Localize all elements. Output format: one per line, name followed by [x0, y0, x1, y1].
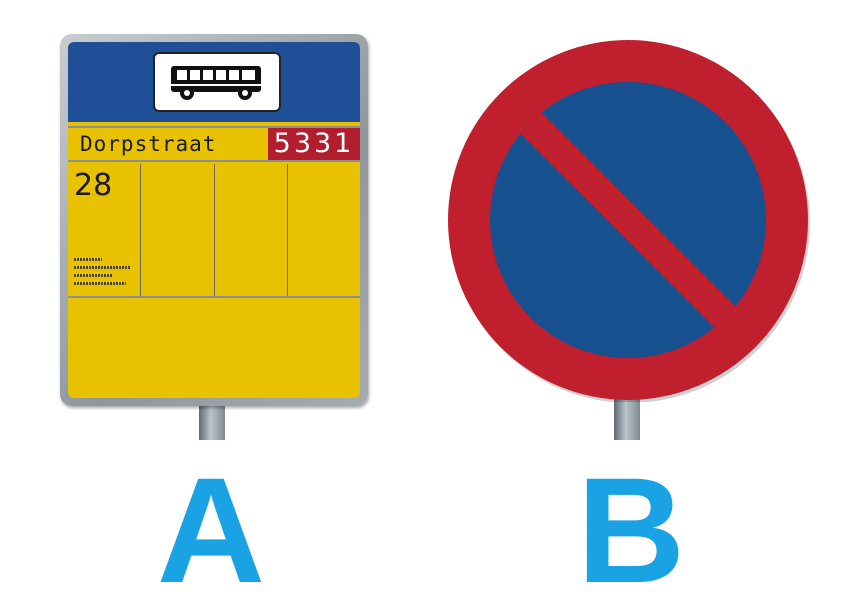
label-a: A	[156, 446, 266, 614]
label-b: B	[576, 446, 686, 614]
stop-code: 5331	[268, 128, 360, 160]
route-number: 28	[74, 168, 113, 203]
bottom-panel	[68, 300, 360, 398]
bus-icon	[171, 66, 261, 100]
route-cell	[215, 164, 288, 296]
bus-stop-header	[68, 42, 360, 122]
bus-plate	[153, 52, 281, 112]
route-fine-print	[74, 274, 112, 277]
no-parking-sign	[448, 40, 810, 402]
bus-stop-sign-face: Dorpstraat 5331 28	[68, 42, 360, 398]
route-cell	[288, 164, 360, 296]
route-fine-print	[74, 258, 102, 261]
route-panel: 28	[68, 164, 360, 298]
route-fine-print	[74, 266, 130, 269]
stop-name: Dorpstraat	[80, 132, 217, 156]
stop-name-row: Dorpstraat 5331	[68, 126, 360, 162]
route-cell: 28	[68, 164, 142, 296]
bus-stop-sign: Dorpstraat 5331 28	[60, 34, 368, 406]
route-cell	[141, 164, 215, 296]
route-fine-print	[74, 282, 126, 285]
